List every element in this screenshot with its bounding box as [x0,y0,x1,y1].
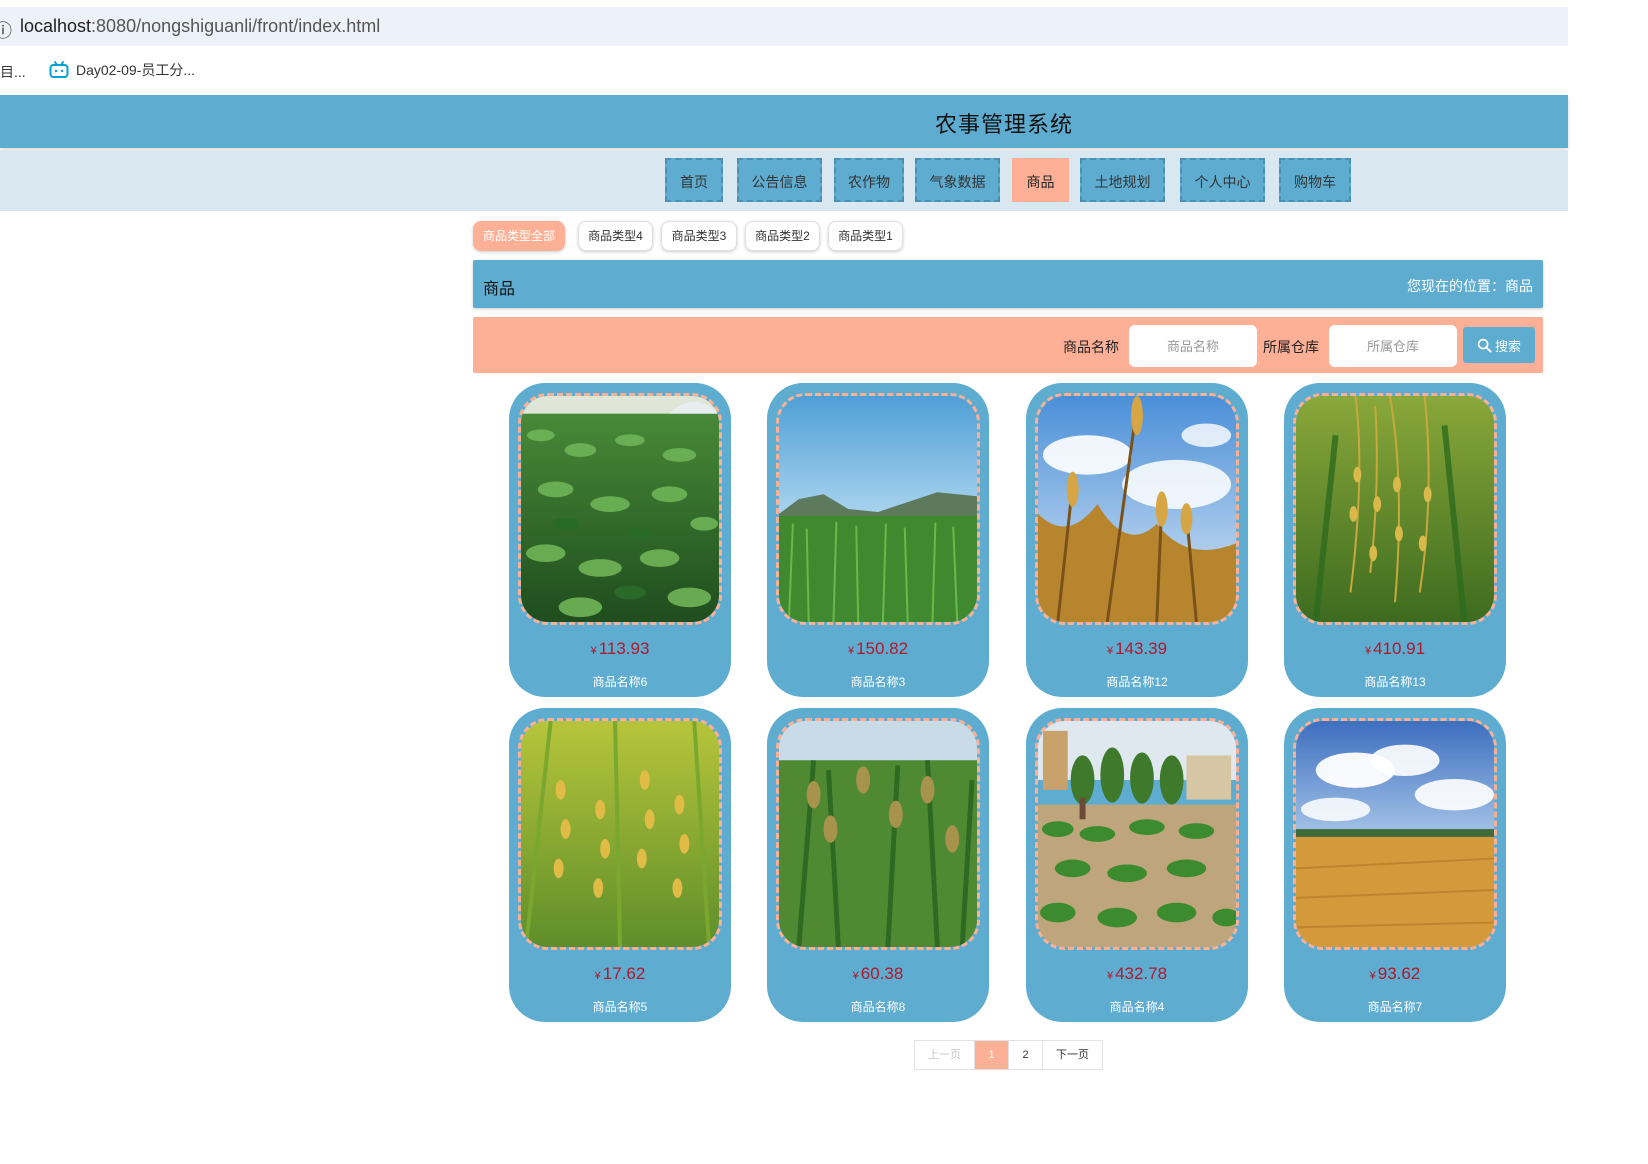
bookmark-item[interactable]: Day02-09-员工分... [49,60,195,80]
currency-symbol: ¥ [1106,970,1114,982]
product-image[interactable] [518,393,722,625]
currency-symbol: ¥ [852,970,859,982]
product-card[interactable]: ¥113.93 商品名称6 [509,383,731,697]
bookmarks-bar: 目... Day02-09-员工分... [0,46,1568,94]
breadcrumb: 您现在的位置：商品 [1407,278,1533,294]
product-price-value: 60.38 [860,964,904,983]
product-price: ¥93.62 [1284,964,1506,984]
product-card[interactable]: ¥432.78 商品名称4 [1026,708,1248,1022]
search-icon [1477,338,1492,353]
nav-item-weather[interactable]: 气象数据 [915,158,1000,202]
nav-item-products[interactable]: 商品 [1012,158,1069,202]
product-name: 商品名称8 [850,1000,906,1014]
site-info-icon[interactable]: ⓘ [0,17,12,43]
tea-field-image [521,396,719,622]
address-bar[interactable]: ⓘ localhost:8080/nongshiguanli/front/ind… [0,7,1568,46]
site-header: 农事管理系统 [0,95,1568,148]
product-price: ¥60.38 [767,964,989,984]
product-name: 商品名称6 [592,675,648,689]
product-price: ¥432.78 [1026,964,1248,984]
product-image[interactable] [1035,718,1239,950]
product-image[interactable] [518,718,722,950]
product-card[interactable]: ¥17.62 商品名称5 [509,708,731,1022]
category-tab-4[interactable]: 商品类型4 [578,221,653,251]
product-price-value: 150.82 [856,639,909,658]
main-nav: 首页 公告信息 农作物 气象数据 商品 土地规划 个人中心 购物车 [0,150,1568,211]
vegetable-field-image [1038,721,1236,947]
product-name: 商品名称7 [1367,1000,1423,1014]
product-price: ¥410.91 [1284,639,1506,659]
nav-item-notices[interactable]: 公告信息 [737,158,822,202]
nav-item-cart[interactable]: 购物车 [1279,158,1351,202]
green-wheat-field-image [779,396,977,622]
product-price: ¥143.39 [1026,639,1248,659]
product-name-input[interactable] [1129,325,1257,367]
nav-item-user-center[interactable]: 个人中心 [1180,158,1265,202]
bookmark-label: Day02-09-员工分... [76,62,196,78]
product-price-value: 17.62 [602,964,646,983]
page-2-button[interactable]: 2 [1009,1041,1043,1069]
millet-field-image [779,721,977,947]
product-price-value: 143.39 [1115,639,1168,658]
rice-closeup-image [521,721,719,947]
search-button-label: 搜索 [1494,338,1521,354]
url-text[interactable]: localhost:8080/nongshiguanli/front/index… [20,16,380,37]
search-button[interactable]: 搜索 [1463,327,1535,363]
pagination: 上一页 1 2 下一页 [914,1040,1103,1070]
product-price-value: 410.91 [1373,639,1426,658]
wheat-field-clouds-image [1296,721,1494,947]
product-price: ¥17.62 [509,964,731,984]
golden-wheat-sky-image [1038,396,1236,622]
nav-item-land-planning[interactable]: 土地规划 [1080,158,1165,202]
prev-page-button[interactable]: 上一页 [915,1041,975,1069]
product-name-label: 商品名称 [1063,339,1119,355]
currency-symbol: ¥ [1364,645,1372,657]
category-tab-2[interactable]: 商品类型2 [745,221,820,251]
currency-symbol: ¥ [1369,970,1376,982]
product-card[interactable]: ¥60.38 商品名称8 [767,708,989,1022]
page-title: 商品 [483,281,516,298]
product-image[interactable] [1293,718,1497,950]
search-bar: 商品名称 所属仓库 搜索 [473,317,1543,373]
currency-symbol: ¥ [594,970,601,982]
product-card[interactable]: ¥150.82 商品名称3 [767,383,989,697]
site-title: 农事管理系统 [935,112,1074,137]
tv-icon [49,61,69,78]
next-page-button[interactable]: 下一页 [1043,1041,1102,1069]
product-name: 商品名称5 [592,1000,648,1014]
category-tab-1[interactable]: 商品类型1 [828,221,903,251]
rice-ears-image [1296,396,1494,622]
product-image[interactable] [1035,393,1239,625]
window-top-strip [0,0,1568,7]
breadcrumb-bar: 商品 您现在的位置：商品 [473,260,1543,308]
nav-item-crops[interactable]: 农作物 [834,158,904,202]
product-price-value: 113.93 [598,639,650,658]
product-card[interactable]: ¥143.39 商品名称12 [1026,383,1248,697]
nav-item-home[interactable]: 首页 [665,158,723,202]
product-image[interactable] [1293,393,1497,625]
product-image[interactable] [776,718,980,950]
product-price: ¥150.82 [767,639,989,659]
product-name: 商品名称12 [1106,675,1168,689]
product-price-value: 93.62 [1377,964,1421,983]
currency-symbol: ¥ [847,645,855,657]
category-tab-3[interactable]: 商品类型3 [661,221,737,251]
product-image[interactable] [776,393,980,625]
product-name: 商品名称4 [1109,1000,1165,1014]
product-name: 商品名称13 [1364,675,1426,689]
currency-symbol: ¥ [590,645,597,657]
warehouse-label: 所属仓库 [1263,339,1319,355]
bookmark-item-cut[interactable]: 目... [0,62,26,82]
page-1-button[interactable]: 1 [975,1041,1009,1069]
category-tab-all[interactable]: 商品类型全部 [473,221,565,251]
product-name: 商品名称3 [850,675,906,689]
product-card[interactable]: ¥410.91 商品名称13 [1284,383,1506,697]
product-card[interactable]: ¥93.62 商品名称7 [1284,708,1506,1022]
product-price-value: 432.78 [1115,964,1168,983]
currency-symbol: ¥ [1106,645,1114,657]
warehouse-input[interactable] [1329,325,1457,367]
product-price: ¥113.93 [509,639,731,659]
